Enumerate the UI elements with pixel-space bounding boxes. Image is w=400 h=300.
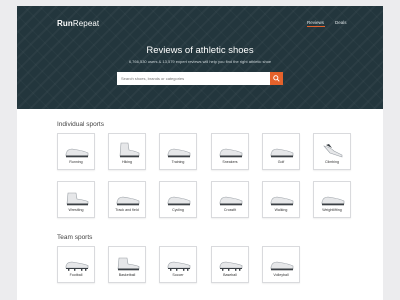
sport-card-label: Track and field [115, 208, 139, 212]
sport-card-label: Basketball [118, 273, 136, 277]
sport-card-label: Running [69, 160, 83, 164]
sport-card-label: Sneakers [222, 160, 238, 164]
sport-card-volleyball[interactable]: Volleyball [262, 246, 300, 283]
search-icon [273, 75, 280, 82]
sport-card-label: Soccer [172, 273, 184, 277]
sport-card-label: Golf [277, 160, 285, 164]
sport-card-label: Training [171, 160, 185, 164]
sport-card-hiking[interactable]: Hiking [108, 133, 146, 170]
sport-card-label: Volleyball [273, 273, 289, 277]
sport-card-climbing[interactable]: Climbing [313, 133, 351, 170]
sport-card-football[interactable]: Football [57, 246, 95, 283]
hero-header: RunRepeat Reviews Deals Reviews of athle… [17, 6, 383, 109]
nav-deals[interactable]: Deals [335, 20, 347, 25]
sport-card-sneakers[interactable]: Sneakers [211, 133, 249, 170]
sport-card-label: Weightlifting [322, 208, 342, 212]
logo-light: Repeat [72, 19, 100, 28]
nav-active-indicator [307, 26, 325, 27]
sport-card-baseball[interactable]: Baseball [211, 246, 249, 283]
sport-card-walking[interactable]: Walking [262, 181, 300, 218]
sport-card-wrestling[interactable]: Wrestling [57, 181, 95, 218]
section-title-team: Team sports [57, 234, 93, 241]
sport-card-soccer[interactable]: Soccer [159, 246, 197, 283]
sport-card-running[interactable]: Running [57, 133, 95, 170]
sport-card-label: Walking [274, 208, 288, 212]
sport-card-crossfit[interactable]: Crossfit [211, 181, 249, 218]
sport-card-training[interactable]: Training [159, 133, 197, 170]
sport-card-golf[interactable]: Golf [262, 133, 300, 170]
hero-subtitle: 6,766,530 users & 13,579 expert reviews … [128, 59, 272, 64]
sport-card-basketball[interactable]: Basketball [108, 246, 146, 283]
nav-reviews[interactable]: Reviews [307, 20, 324, 25]
sport-card-label: Crossfit [223, 208, 237, 212]
hero-title: Reviews of athletic shoes [146, 45, 254, 56]
sport-card-label: Climbing [325, 160, 339, 164]
sport-card-weightlifting[interactable]: Weightlifting [313, 181, 351, 218]
logo[interactable]: RunRepeat [57, 19, 99, 28]
sport-card-cycling[interactable]: Cycling [159, 181, 197, 218]
search-button[interactable] [270, 72, 283, 85]
search-bar [117, 72, 283, 85]
sport-card-label: Baseball [223, 273, 237, 277]
sport-card-label: Football [69, 273, 83, 277]
categories-panel: Individual sports Team sports Running Hik… [17, 109, 383, 300]
sport-card-label: Wrestling [68, 208, 84, 212]
search-input[interactable] [117, 72, 270, 85]
logo-bold: Run [57, 19, 73, 28]
section-title-individual: Individual sports [57, 121, 104, 128]
sport-card-track-and-field[interactable]: Track and field [108, 181, 146, 218]
page: RunRepeat Reviews Deals Reviews of athle… [0, 0, 400, 300]
sport-card-label: Hiking [122, 160, 132, 164]
sport-card-label: Cycling [172, 208, 184, 212]
